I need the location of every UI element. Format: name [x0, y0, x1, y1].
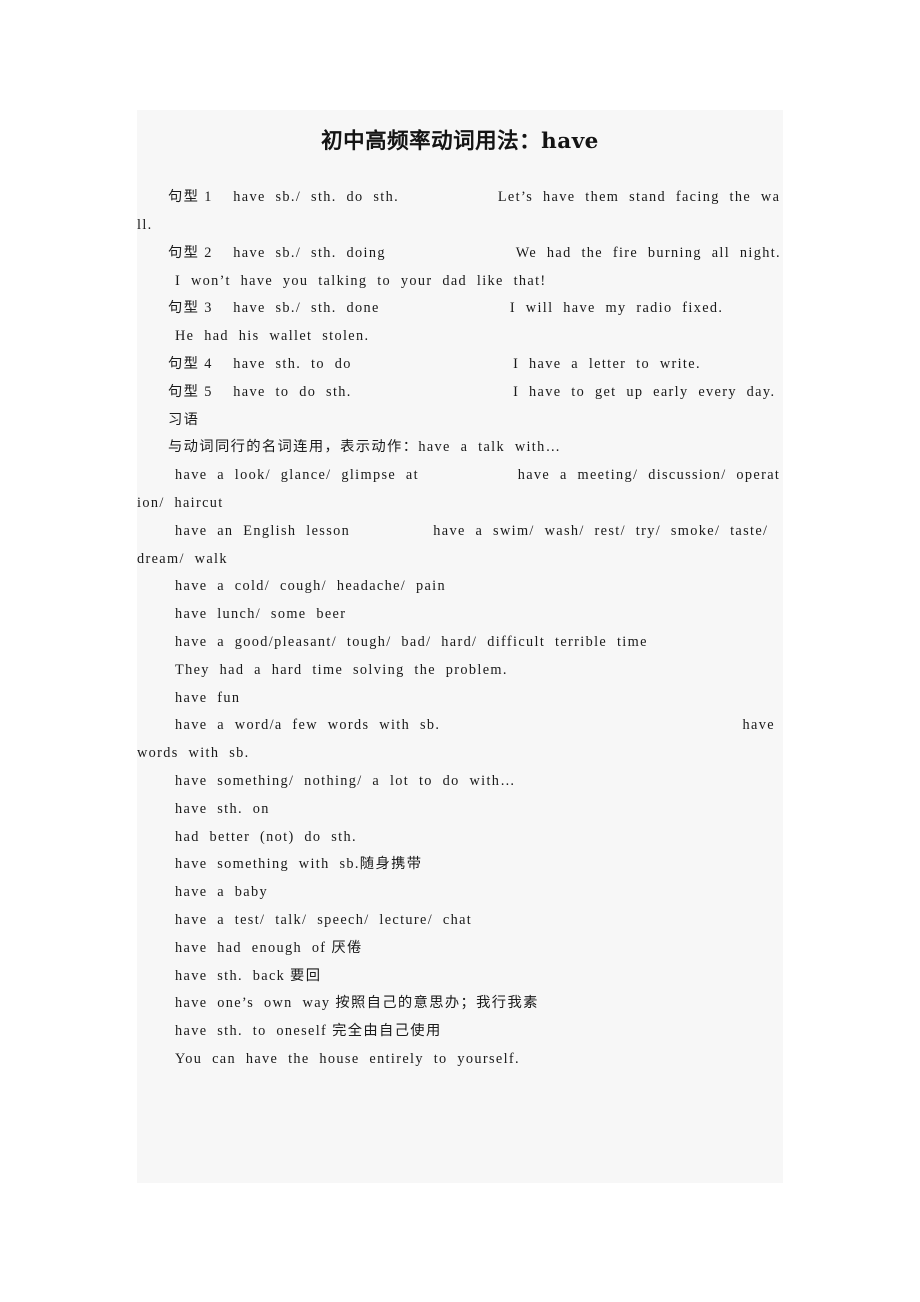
text-line-example-3b: He had his wallet stolen. — [175, 328, 370, 345]
text-line-idiom-carry: have something with sb.随身携带 — [175, 856, 423, 873]
text-line-idiom-something: have something/ nothing/ a lot to do wit… — [175, 772, 516, 789]
text-line-idiom-lunch: have lunch/ some beer — [175, 606, 347, 623]
text-line-idiom-cold: have a cold/ cough/ headache/ pain — [175, 578, 446, 595]
text-line-idiom-word: have a word/a few words with sb. have wo… — [137, 717, 785, 762]
document-body: 句型 1 have sb./ sth. do sth. Let’s have t… — [137, 162, 783, 1074]
text-line-example-2b: I won’t have you talking to your dad lik… — [175, 272, 547, 289]
text-line-idiom-heading: 习语 — [168, 411, 200, 428]
text-line-idiom-test: have a test/ talk/ speech/ lecture/ chat — [175, 911, 473, 928]
text-line-idiom-enough: have had enough of 厌倦 — [175, 939, 363, 956]
text-line-idiom-lesson: have an English lesson have a swim/ wash… — [137, 522, 779, 567]
text-line-pattern-3: 句型 3 have sb./ sth. done I will have my … — [168, 300, 724, 317]
text-line-pattern-2: 句型 2 have sb./ sth. doing We had the fir… — [168, 244, 781, 261]
text-line-pattern-5: 句型 5 have to do sth. I have to get up ea… — [168, 383, 776, 400]
document-content-block: 初中高频率动词用法：have 句型 1 have sb./ sth. do st… — [137, 110, 783, 1183]
text-line-idiom-look: have a look/ glance/ glimpse at have a m… — [137, 467, 781, 512]
page-canvas: 初中高频率动词用法：have 句型 1 have sb./ sth. do st… — [0, 0, 920, 1302]
text-line-idiom-had-better: had better (not) do sth. — [175, 828, 357, 845]
text-line-idiom-time: have a good/pleasant/ tough/ bad/ hard/ … — [175, 634, 648, 650]
text-line-example-hardtime: They had a hard time solving the problem… — [175, 661, 508, 678]
text-line-idiom-to-oneself: have sth. to oneself 完全由自己使用 — [175, 1023, 442, 1040]
text-line-idiom-intro: 与动词同行的名词连用，表示动作：have a talk with… — [168, 439, 562, 456]
text-line-idiom-sth-on: have sth. on — [175, 800, 270, 817]
text-line-pattern-4: 句型 4 have sth. to do I have a letter to … — [168, 356, 701, 373]
text-line-example-house: You can have the house entirely to yours… — [175, 1050, 520, 1067]
text-line-idiom-back: have sth. back 要回 — [175, 967, 322, 984]
text-line-idiom-baby: have a baby — [175, 884, 268, 901]
text-line-pattern-1: 句型 1 have sb./ sth. do sth. Let’s have t… — [137, 189, 781, 234]
text-line-idiom-own-way: have one’s own way 按照自己的意思办；我行我素 — [175, 995, 539, 1012]
text-line-idiom-fun: have fun — [175, 689, 241, 706]
page-title: 初中高频率动词用法：have — [321, 129, 599, 154]
